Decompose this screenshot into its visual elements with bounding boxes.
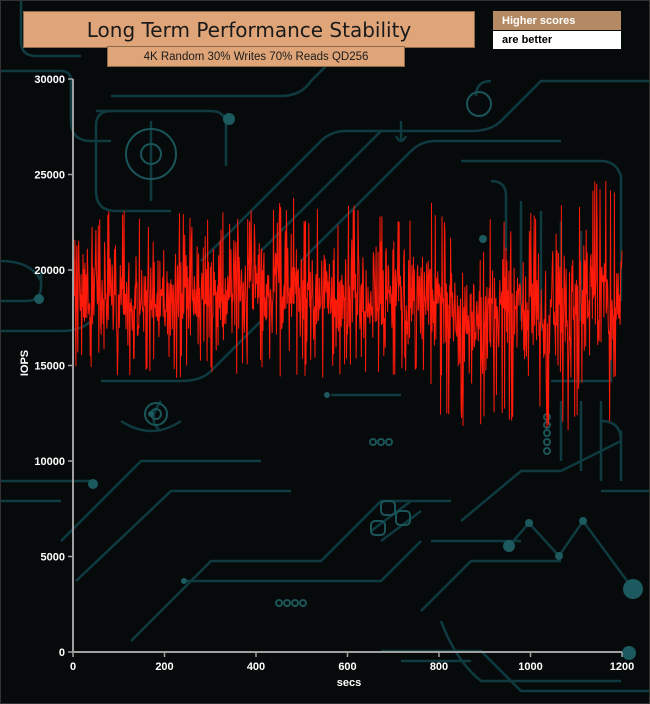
y-tick-label: 10000 bbox=[34, 456, 65, 468]
series-layer bbox=[72, 180, 623, 431]
chart-frame: 0 5000 10000 15000 20000 25000 30000 0 200 400 600… bbox=[0, 0, 650, 704]
y-axis-label: IOPS bbox=[19, 349, 31, 377]
y-tick-label: 0 bbox=[59, 647, 65, 659]
x-tick-label: 400 bbox=[247, 661, 265, 673]
chart-subtitle: 4K Random 30% Writes 70% Reads QD256 bbox=[143, 50, 369, 63]
y-tick-label: 20000 bbox=[34, 265, 65, 277]
x-tick-label: 200 bbox=[155, 661, 173, 673]
y-tick-label: 25000 bbox=[34, 170, 65, 182]
legend-higher-scores: Higher scores bbox=[493, 11, 621, 30]
x-axis-label: secs bbox=[336, 677, 362, 689]
legend-are-better: are better bbox=[493, 31, 621, 49]
chart-title: Long Term Performance Stability bbox=[86, 17, 412, 42]
x-tick-label: 800 bbox=[430, 661, 448, 673]
y-tick-label: 30000 bbox=[34, 74, 65, 86]
chart-subtitle-box: 4K Random 30% Writes 70% Reads QD256 bbox=[107, 46, 405, 67]
chart-plot-area: 0 5000 10000 15000 20000 25000 30000 0 200 400 600… bbox=[34, 74, 634, 673]
legend-line2: are better bbox=[502, 34, 553, 46]
x-tick-label: 1200 bbox=[610, 661, 634, 673]
y-tick-label: 15000 bbox=[34, 361, 65, 373]
x-tick-label: 0 bbox=[70, 661, 76, 673]
x-tick-label: 1000 bbox=[518, 661, 542, 673]
chart-title-box: Long Term Performance Stability bbox=[23, 11, 475, 48]
series-line bbox=[72, 180, 623, 431]
x-tick-label: 600 bbox=[338, 661, 356, 673]
legend-line1: Higher scores bbox=[502, 14, 576, 27]
tick-layer: 0 5000 10000 15000 20000 25000 30000 0 200 400 600… bbox=[34, 74, 634, 673]
y-tick-label: 5000 bbox=[41, 552, 65, 564]
